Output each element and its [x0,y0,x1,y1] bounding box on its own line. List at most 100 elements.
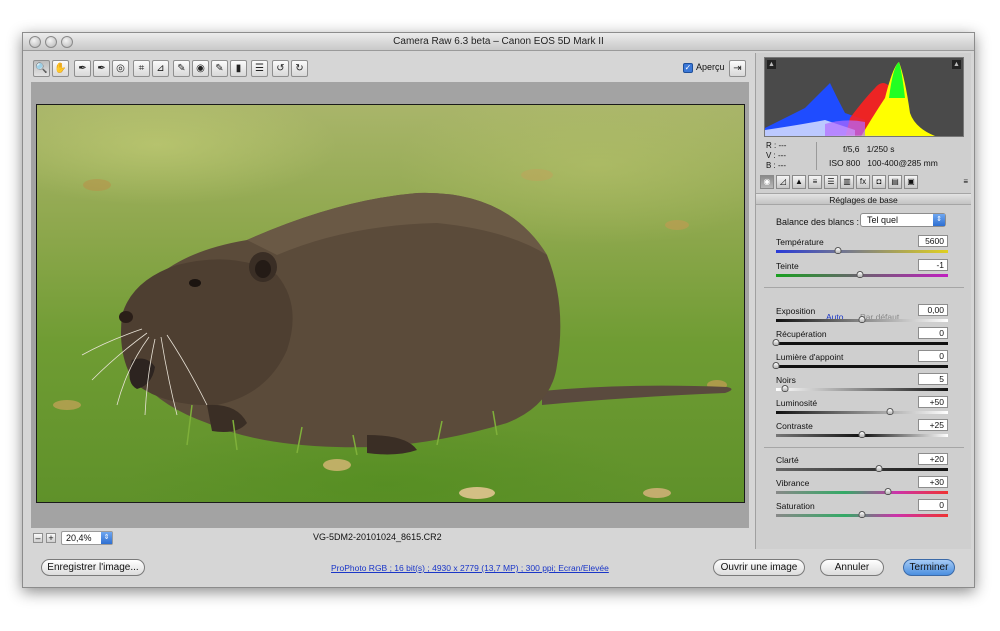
recovery-slider[interactable]: Récupération 0 [772,327,948,351]
tab-split-toning-icon[interactable]: ☰ [824,175,838,189]
temperature-thumb[interactable] [834,247,842,254]
toolbar: 🔍 ✋ ✒ ✒ ◎ ⌗ ⊿ ✎ ◉ ✎ ▮ ☰ ↺ ↻ ✓ Aperçu ⇥ [31,58,749,80]
tint-thumb[interactable] [856,271,864,278]
hand-tool-icon[interactable]: ✋ [52,60,69,77]
rotate-right-tool-icon[interactable]: ↻ [291,60,308,77]
divider [764,447,964,448]
targeted-adjustment-tool-icon[interactable]: ◎ [112,60,129,77]
photo-preview[interactable] [36,104,745,503]
camera-raw-window: Camera Raw 6.3 beta – Canon EOS 5D Mark … [22,32,975,588]
tab-hsl-icon[interactable]: ≡ [808,175,822,189]
temperature-slider[interactable]: Température 5600 [776,235,948,259]
exposure-slider[interactable]: Exposition 0,00 [776,304,948,328]
straighten-tool-icon[interactable]: ⊿ [152,60,169,77]
brightness-track[interactable] [776,411,948,414]
nutria-image [53,169,732,499]
blacks-track[interactable] [776,388,948,391]
cancel-button[interactable]: Annuler [820,559,884,576]
tab-tone-curve-icon[interactable]: ◿ [776,175,790,189]
vibrance-track[interactable] [776,491,948,494]
white-balance-tool-icon[interactable]: ✒ [74,60,91,77]
temperature-track[interactable] [776,250,948,253]
zoom-tool-icon[interactable]: 🔍 [33,60,50,77]
window-title: Camera Raw 6.3 beta – Canon EOS 5D Mark … [393,36,604,47]
section-title: Réglages de base [756,193,971,205]
g-label: V : [766,151,776,160]
color-sampler-tool-icon[interactable]: ✒ [93,60,110,77]
tab-detail-icon[interactable]: ▲ [792,175,806,189]
tab-lens-corrections-icon[interactable]: ▥ [840,175,854,189]
workflow-options-link[interactable]: ProPhoto RGB ; 16 bit(s) ; 4930 x 2779 (… [331,563,609,573]
contrast-thumb[interactable] [858,431,866,438]
spot-removal-tool-icon[interactable]: ✎ [173,60,190,77]
brightness-slider[interactable]: Luminosité +50 [776,396,948,420]
zoom-window-button[interactable] [61,36,73,48]
highlight-clipping-warning-icon[interactable]: ▲ [952,60,961,69]
fill-light-value[interactable]: 0 [918,350,948,362]
rgb-readout: R : --- V : --- B : --- [766,141,786,171]
brightness-value[interactable]: +50 [918,396,948,408]
preferences-tool-icon[interactable]: ☰ [251,60,268,77]
vibrance-thumb[interactable] [884,488,892,495]
tint-slider[interactable]: Teinte -1 [776,259,948,283]
fill-light-track[interactable] [776,365,948,368]
iso-value: ISO 800 [829,158,861,168]
adjustment-brush-tool-icon[interactable]: ✎ [211,60,228,77]
saturation-slider[interactable]: Saturation 0 [776,499,948,523]
zoom-in-button[interactable]: + [46,533,56,543]
fullscreen-icon[interactable]: ⇥ [729,60,746,77]
white-balance-select[interactable]: Tel quel ⇕ [860,213,946,227]
clarity-thumb[interactable] [875,465,883,472]
image-preview-area [31,82,749,528]
clarity-value[interactable]: +20 [918,453,948,465]
tab-effects-icon[interactable]: fx [856,175,870,189]
recovery-track[interactable] [776,342,948,345]
graduated-filter-tool-icon[interactable]: ▮ [230,60,247,77]
tint-value[interactable]: -1 [918,259,948,271]
close-window-button[interactable] [29,36,41,48]
vibrance-value[interactable]: +30 [918,476,948,488]
recovery-thumb[interactable] [772,339,780,346]
contrast-slider[interactable]: Contraste +25 [776,419,948,443]
shadow-clipping-warning-icon[interactable]: ▲ [767,60,776,69]
temperature-label: Température [776,237,824,247]
temperature-value[interactable]: 5600 [918,235,948,247]
clarity-slider[interactable]: Clarté +20 [776,453,948,477]
exposure-thumb[interactable] [858,316,866,323]
blacks-thumb[interactable] [781,385,789,392]
tab-basic-icon[interactable]: ◉ [760,175,774,189]
white-balance-value: Tel quel [867,215,899,225]
save-image-button[interactable]: Enregistrer l'image... [41,559,145,576]
camera-info: f/5,6 1/250 s ISO 800 100-400@285 mm [816,142,966,170]
open-image-button[interactable]: Ouvrir une image [713,559,805,576]
blacks-value[interactable]: 5 [918,373,948,385]
minimize-window-button[interactable] [45,36,57,48]
g-value: --- [778,151,787,160]
tab-presets-icon[interactable]: ▤ [888,175,902,189]
vibrance-slider[interactable]: Vibrance +30 [776,476,948,500]
exposure-label: Exposition [776,306,816,316]
saturation-value[interactable]: 0 [918,499,948,511]
preview-checkbox[interactable]: ✓ [683,63,693,73]
blacks-slider[interactable]: Noirs 5 [776,373,948,397]
clarity-track[interactable] [776,468,948,471]
recovery-value[interactable]: 0 [918,327,948,339]
brightness-thumb[interactable] [886,408,894,415]
tab-snapshots-icon[interactable]: ▣ [904,175,918,189]
fill-light-slider[interactable]: Lumière d'appoint 0 [772,350,948,374]
fill-light-thumb[interactable] [772,362,780,369]
done-button[interactable]: Terminer [903,559,955,576]
red-eye-tool-icon[interactable]: ◉ [192,60,209,77]
crop-tool-icon[interactable]: ⌗ [133,60,150,77]
shutter-value: 1/250 s [866,144,895,154]
contrast-value[interactable]: +25 [918,419,948,431]
rotate-left-tool-icon[interactable]: ↺ [272,60,289,77]
tab-camera-calibration-icon[interactable]: ◘ [872,175,886,189]
exposure-value[interactable]: 0,00 [918,304,948,316]
saturation-thumb[interactable] [858,511,866,518]
zoom-out-button[interactable]: – [33,533,43,543]
blacks-label: Noirs [776,375,796,385]
panel-menu-icon[interactable]: ≡ [963,177,968,186]
zoom-level-select[interactable]: 20,4% ⇕ [61,531,113,545]
tint-label: Teinte [776,261,799,271]
